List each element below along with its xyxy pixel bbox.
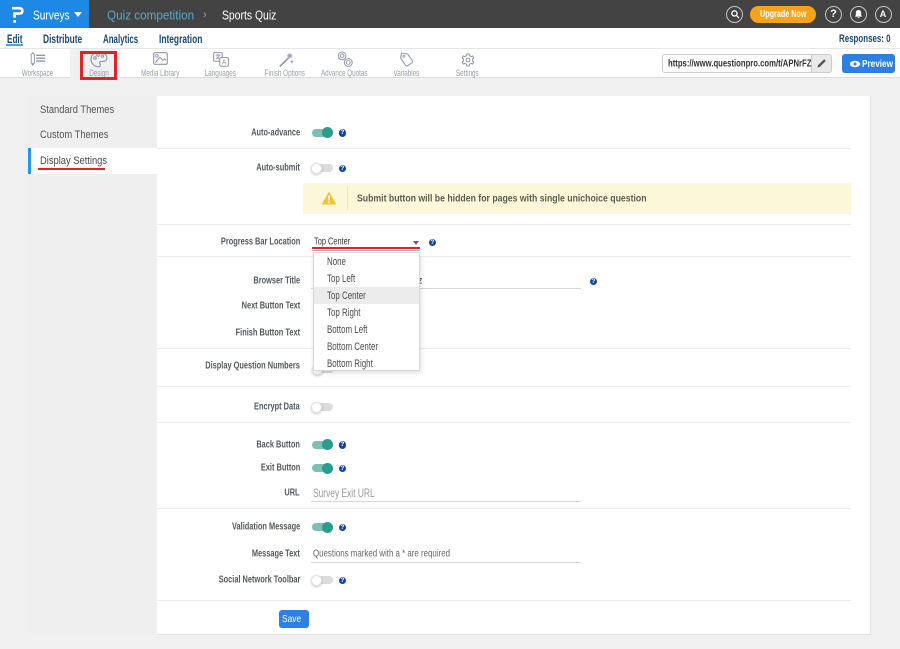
svg-text:A: A — [221, 59, 226, 66]
